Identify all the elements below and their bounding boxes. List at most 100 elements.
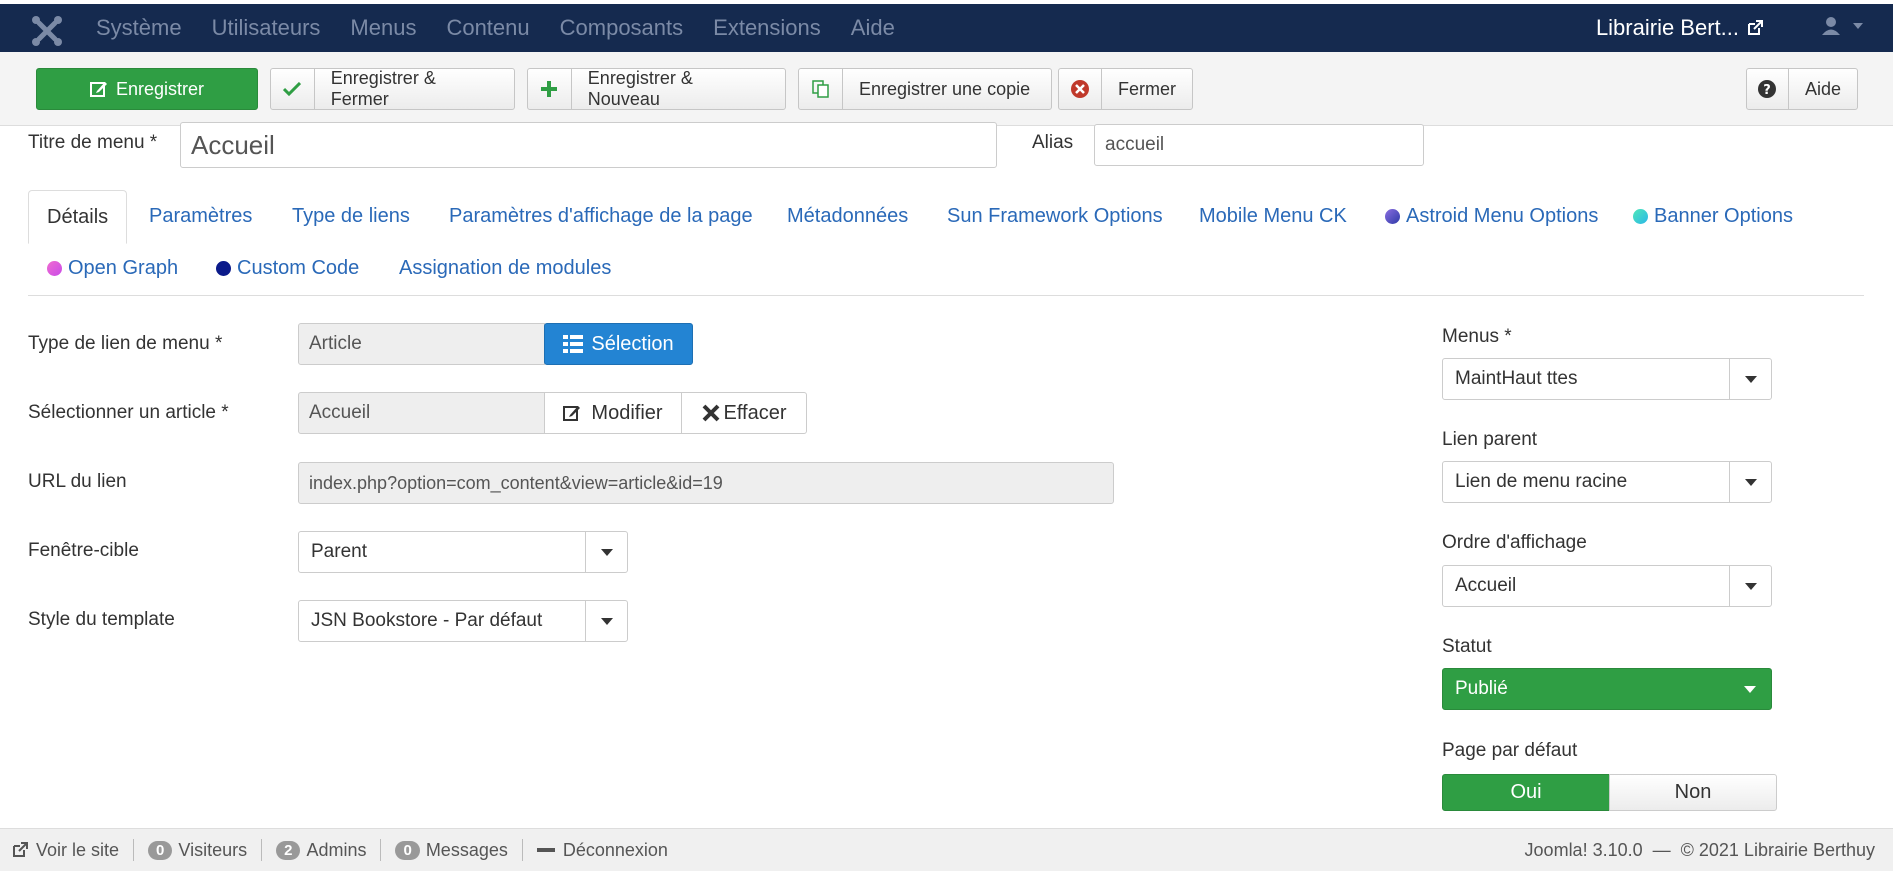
title-label: Titre de menu * (28, 132, 158, 153)
tab-banner-options[interactable]: Banner Options (1633, 205, 1793, 228)
tab-type-de-liens[interactable]: Type de liens (292, 205, 410, 228)
alias-input[interactable]: accueil (1094, 124, 1424, 166)
tab-mobile-menu-ck[interactable]: Mobile Menu CK (1199, 205, 1347, 228)
joomla-logo-icon[interactable] (30, 14, 64, 48)
visitors-link[interactable]: 0 Visiteurs (134, 839, 263, 861)
default-yes-button[interactable]: Oui (1442, 774, 1610, 811)
article-field: Accueil (298, 392, 545, 434)
no-label: Non (1674, 781, 1712, 803)
admins-label: Admins (306, 839, 367, 860)
save-new-button[interactable]: Enregistrer & Nouveau (527, 68, 786, 110)
alias-label: Alias (1032, 132, 1074, 153)
edit-icon (89, 82, 107, 97)
tab-assignation-modules[interactable]: Assignation de modules (399, 257, 611, 280)
select-link-type-button[interactable]: Sélection (544, 323, 693, 365)
external-link-icon (13, 842, 28, 857)
user-icon (1822, 17, 1840, 35)
target-select[interactable]: Parent (298, 531, 628, 573)
template-select[interactable]: JSN Bookstore - Par défaut (298, 600, 628, 642)
tab-sun-framework[interactable]: Sun Framework Options (947, 205, 1163, 228)
parent-label: Lien parent (1442, 429, 1538, 450)
article-label: Sélectionner un article * (28, 402, 229, 423)
logout-link[interactable]: Déconnexion (523, 839, 682, 861)
logout-label: Déconnexion (562, 839, 668, 860)
edit-icon (563, 406, 581, 421)
default-page-label: Page par défaut (1442, 740, 1578, 761)
view-site-link[interactable]: Voir le site (0, 839, 135, 861)
astroid-dot-icon (1385, 209, 1400, 224)
tabs-divider (28, 295, 1864, 296)
parent-select[interactable]: Lien de menu racine (1442, 461, 1772, 503)
tab-label: Open Graph (68, 257, 179, 279)
menu-aide[interactable]: Aide (851, 15, 895, 41)
title-input[interactable]: Accueil (180, 122, 997, 168)
save-copy-button[interactable]: Enregistrer une copie (798, 68, 1052, 110)
tab-parametres-affichage[interactable]: Paramètres d'affichage de la page (449, 205, 753, 228)
tab-label: Assignation de modules (399, 257, 612, 279)
tab-open-graph[interactable]: Open Graph (47, 257, 178, 280)
tab-label: Sun Framework Options (947, 205, 1163, 227)
status-label: Statut (1442, 636, 1492, 657)
menus-label: Menus * (1442, 326, 1512, 347)
banner-dot-icon (1633, 209, 1648, 224)
tab-custom-code[interactable]: Custom Code (216, 257, 359, 280)
order-label: Ordre d'affichage (1442, 532, 1587, 553)
check-icon (271, 69, 315, 109)
tab-label: Détails (47, 205, 109, 228)
menu-utilisateurs[interactable]: Utilisateurs (212, 15, 321, 41)
menu-contenu[interactable]: Contenu (446, 15, 529, 41)
menus-select[interactable]: MaintHaut ttes (1442, 358, 1772, 400)
tab-parametres[interactable]: Paramètres (149, 205, 252, 228)
template-value: JSN Bookstore - Par défaut (311, 610, 543, 631)
caret-down-icon (1729, 669, 1771, 709)
clear-article-button[interactable]: Effacer (681, 392, 807, 434)
site-link[interactable]: Librairie Bert... (1596, 4, 1763, 52)
site-name: Librairie Bert... (1595, 15, 1739, 40)
caret-down-icon (1853, 23, 1863, 29)
save-button[interactable]: Enregistrer (36, 68, 258, 110)
yes-label: Oui (1510, 781, 1542, 803)
edit-article-button[interactable]: Modifier (544, 392, 682, 434)
save-close-button[interactable]: Enregistrer & Fermer (270, 68, 515, 110)
tab-metadonnees[interactable]: Métadonnées (787, 205, 908, 228)
caret-down-icon (585, 601, 627, 641)
status-select[interactable]: Publié (1442, 668, 1772, 710)
order-value: Accueil (1455, 575, 1517, 596)
minus-icon (536, 848, 555, 852)
caret-down-icon (1729, 566, 1771, 606)
close-button[interactable]: Fermer (1058, 68, 1193, 110)
menu-menus[interactable]: Menus (350, 15, 416, 41)
tab-details[interactable]: Détails (28, 190, 128, 244)
clear-btn-label: Effacer (723, 401, 787, 424)
messages-link[interactable]: 0 Messages (381, 839, 523, 861)
help-label: Aide (1804, 78, 1841, 99)
menu-systeme[interactable]: Système (96, 15, 182, 41)
plus-icon (528, 69, 572, 109)
order-select[interactable]: Accueil (1442, 565, 1772, 607)
caret-down-icon (585, 532, 627, 572)
admins-link[interactable]: 2 Admins (262, 839, 382, 861)
default-no-button[interactable]: Non (1609, 774, 1777, 811)
save-close-label: Enregistrer & Fermer (330, 68, 436, 109)
tab-label: Banner Options (1654, 205, 1793, 227)
tab-label: Type de liens (292, 205, 410, 227)
tab-label: Paramètres d'affichage de la page (449, 205, 753, 227)
link-type-value: Article (309, 333, 362, 354)
menu-extensions[interactable]: Extensions (713, 15, 821, 41)
visitors-label: Visiteurs (178, 839, 248, 860)
svg-text:?: ? (1764, 83, 1772, 98)
external-link-icon (1748, 20, 1763, 35)
link-type-field: Article (298, 323, 545, 365)
open-graph-dot-icon (47, 261, 62, 276)
copy-icon (799, 69, 843, 109)
select-btn-label: Sélection (591, 332, 674, 355)
main-menu: Système Utilisateurs Menus Contenu Compo… (96, 4, 925, 52)
messages-badge: 0 (395, 840, 420, 860)
tab-astroid-menu[interactable]: Astroid Menu Options (1385, 205, 1598, 228)
tab-label: Paramètres (149, 205, 253, 227)
article-value: Accueil (309, 402, 371, 423)
menu-composants[interactable]: Composants (560, 15, 684, 41)
close-icon (702, 404, 719, 422)
user-menu[interactable] (1821, 16, 1863, 36)
help-button[interactable]: ? Aide (1746, 68, 1858, 110)
